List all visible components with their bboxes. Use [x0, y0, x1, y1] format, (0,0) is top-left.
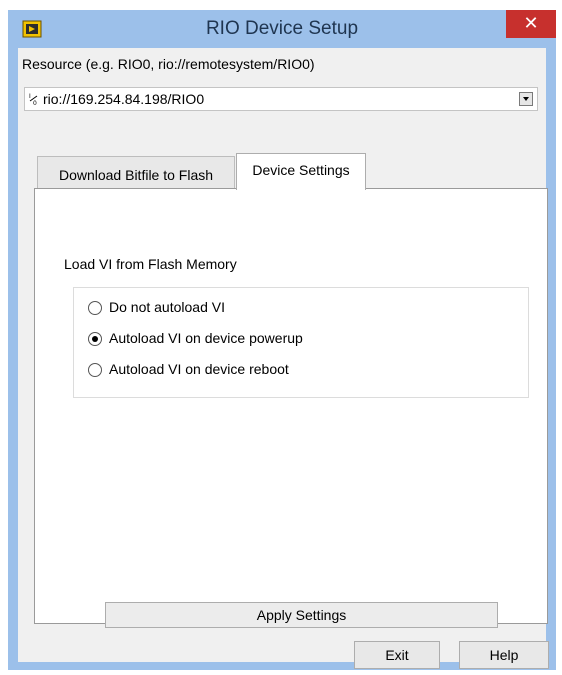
load-vi-options-group: Do not autoload VI Autoload VI on device…	[73, 287, 529, 398]
radio-dot-icon	[92, 336, 98, 342]
io-resource-icon: I0	[29, 92, 39, 108]
resource-combobox[interactable]: I0 rio://169.254.84.198/RIO0	[24, 87, 538, 111]
radio-label[interactable]: Autoload VI on device powerup	[109, 330, 303, 346]
radio-label[interactable]: Do not autoload VI	[109, 299, 225, 315]
dialog-body: Resource (e.g. RIO0, rio://remotesystem/…	[18, 48, 548, 662]
radio-button-selected-icon[interactable]	[88, 332, 102, 346]
device-settings-panel	[34, 188, 548, 624]
svg-text:I: I	[29, 93, 31, 100]
resource-label: Resource (e.g. RIO0, rio://remotesystem/…	[22, 56, 315, 72]
close-button[interactable]: ✕	[506, 10, 556, 38]
radio-button-icon[interactable]	[88, 363, 102, 377]
exit-button[interactable]: Exit	[354, 641, 440, 669]
radio-button-icon[interactable]	[88, 301, 102, 315]
dropdown-arrow-icon	[523, 97, 529, 101]
rio-device-setup-window: RIO Device Setup ✕ Resource (e.g. RIO0, …	[8, 10, 556, 670]
load-vi-group-label: Load VI from Flash Memory	[64, 256, 237, 272]
window-title: RIO Device Setup	[205, 18, 359, 39]
close-icon: ✕	[523, 13, 539, 33]
tab-download-bitfile[interactable]: Download Bitfile to Flash	[37, 156, 235, 189]
apply-settings-button[interactable]: Apply Settings	[105, 602, 498, 628]
resource-value[interactable]: rio://169.254.84.198/RIO0	[43, 91, 204, 107]
tab-device-settings[interactable]: Device Settings	[236, 153, 366, 190]
resource-dropdown-button[interactable]	[519, 92, 533, 106]
help-button[interactable]: Help	[459, 641, 549, 669]
title-bar[interactable]: RIO Device Setup ✕	[8, 10, 556, 48]
radio-label[interactable]: Autoload VI on device reboot	[109, 361, 289, 377]
svg-text:0: 0	[33, 100, 37, 106]
